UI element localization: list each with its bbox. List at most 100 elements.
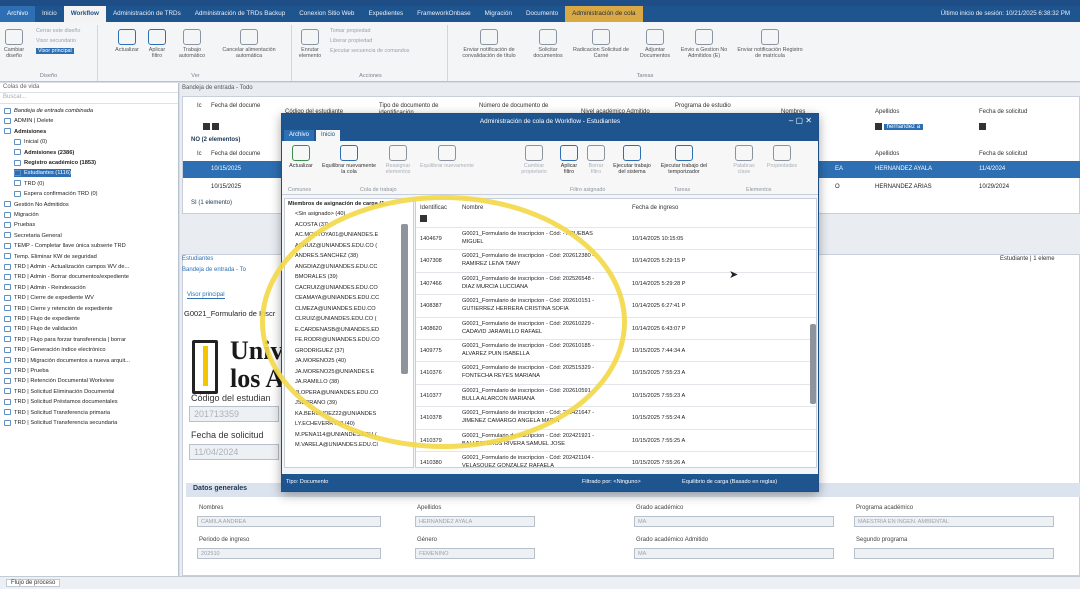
group-row-si[interactable]: SI (1 elemento) — [191, 200, 232, 206]
tree-search-input[interactable]: Buscar... — [0, 93, 178, 104]
tree-item[interactable]: TRD | Cierre y retención de expediente — [4, 305, 113, 313]
tree-item[interactable]: TRD | Retención Documental Workview — [4, 377, 114, 385]
tree-item[interactable]: Estudiantes (1116) — [14, 169, 71, 178]
visor-secundario-button[interactable]: Visor secundario — [36, 38, 76, 44]
member-item[interactable]: JA.MORENO25@UNIANDES.E — [295, 369, 374, 375]
tomar-propiedad-button[interactable]: Tomar propiedad — [330, 28, 370, 34]
visor-principal-button[interactable]: Visor principal — [36, 48, 74, 54]
tree-item[interactable]: TRD | Solicitud Eliminación Documental — [4, 388, 114, 396]
codigo-field[interactable]: 201713359 — [189, 406, 279, 422]
table-row[interactable]: 1408387 G0021_Formulario de inscripcion -… — [416, 294, 816, 317]
reasignar-button[interactable]: Reasignar elementos — [380, 145, 416, 175]
cambiar-diseno-button[interactable]: Cambiar diseño — [2, 29, 26, 59]
member-item[interactable]: JSERRANO (39) — [295, 400, 337, 406]
member-item[interactable]: CACRUIZ@UNIANDES.EDU.CO — [295, 285, 378, 291]
trabajo-automatico-button[interactable]: Trabajo automático — [172, 29, 212, 59]
member-item[interactable]: CLRUIZ@UNIANDES.EDU.CO ( — [295, 316, 377, 322]
col-header-nombre[interactable]: Nombre — [462, 205, 483, 211]
member-item[interactable]: ACOSTA (37) — [295, 222, 329, 228]
dialog-tab-archivo[interactable]: Archivo — [284, 130, 315, 141]
palabras-clave-button[interactable]: Palabras clave — [730, 145, 758, 175]
tree-item[interactable]: TRD (0) — [14, 180, 44, 188]
ejecutar-secuencia-button[interactable]: Ejecutar secuencia de comandos — [330, 48, 409, 54]
tab-framework-onbase[interactable]: FrameworkOnbase — [410, 6, 478, 22]
notif-convalidacion-button[interactable]: Enviar notificación de convalidación de … — [454, 29, 524, 59]
member-item[interactable]: <Sin asignado> (40) — [295, 211, 345, 217]
tree-item[interactable]: TRD | Prueba — [4, 367, 49, 375]
grado-field[interactable]: MA — [634, 516, 834, 527]
tree-item[interactable]: Gestión No Admitidos — [4, 201, 69, 209]
actualizar-button[interactable]: Actualizar — [284, 145, 318, 169]
tab-migracion[interactable]: Migración — [478, 6, 519, 22]
table-row[interactable]: 1410379 G0021_Formulario de inscripcion -… — [416, 428, 816, 452]
tab-admin-trds-backup[interactable]: Administración de TRDs Backup — [188, 6, 293, 22]
ejecutar-sistema-button[interactable]: Ejecutar trabajo del sistema — [612, 145, 652, 175]
member-item[interactable]: JA.MORENO25 (40) — [295, 358, 346, 364]
col-header-ic[interactable]: Ic — [197, 103, 202, 110]
tab-admin-cola[interactable]: Administración de cola — [565, 6, 643, 22]
tree-item[interactable]: Admisiones (2386) — [14, 149, 74, 157]
apellidos-filter[interactable]: hernandez a — [875, 123, 924, 133]
visor-principal-tab[interactable]: Visor principal — [187, 292, 225, 299]
group-row-no[interactable]: NO (2 elementos) — [191, 137, 240, 143]
solicitar-documentos-button[interactable]: Solicitar documentos — [528, 29, 568, 59]
members-scrollbar[interactable] — [401, 224, 408, 374]
table-row[interactable]: 1410376 G0021_Formulario de inscripcion -… — [416, 361, 816, 384]
member-item[interactable]: ANGDIAZ@UNIANDES.EDU.CC — [295, 264, 377, 270]
member-item[interactable]: CEAMAYA@UNIANDES.EDU.CC — [295, 295, 379, 301]
tab-admin-trds[interactable]: Administración de TRDs — [106, 6, 188, 22]
member-item[interactable]: E.CARDENASB@UNIANDES.ED — [295, 327, 379, 333]
estudiantes-link[interactable]: Estudiantes — [182, 256, 246, 262]
member-item[interactable]: KA.BERMUDEZ22@UNIANDES — [295, 411, 376, 417]
tree-item[interactable]: TRD | Admin - Borrar documentos/expedien… — [4, 273, 129, 281]
cerrar-diseno-button[interactable]: Cerrar este diseño — [36, 28, 80, 34]
col-header-fecha-ingreso[interactable]: Fecha de ingreso — [632, 205, 678, 211]
enrutar-elemento-button[interactable]: Enrutar elemento — [296, 29, 324, 59]
table-row[interactable]: 1407466 G0021_Formulario de inscripcion -… — [416, 271, 816, 295]
tree-item[interactable]: Migración — [4, 211, 39, 219]
actualizar-button[interactable]: Actualizar — [112, 29, 142, 53]
tree-item[interactable]: TRD | Flujo para forzar transferencia | … — [4, 336, 126, 344]
fecha-filter[interactable] — [979, 123, 986, 133]
equilibrar-nuevamente-button[interactable]: Equilibrar nuevamente — [418, 145, 476, 169]
member-item[interactable]: GRODRIGUEZ (37) — [295, 348, 344, 354]
flujo-proceso-button[interactable]: Flujo de proceso — [6, 579, 61, 587]
member-item[interactable]: AC.MONTOYA01@UNIANDES.E — [295, 232, 378, 238]
tab-expedientes[interactable]: Expedientes — [361, 6, 410, 22]
table-row[interactable]: 1410380 G0021_Formulario de inscripcion -… — [416, 451, 816, 467]
ejecutar-temporizador-button[interactable]: Ejecutar trabajo del temporizador — [656, 145, 712, 175]
window-controls[interactable]: – ▢ ✕ — [789, 116, 812, 125]
tree-item[interactable]: TEMP - Completar llave única subserie TR… — [4, 242, 126, 250]
tree-item[interactable]: Inicial (0) — [14, 138, 47, 146]
member-item[interactable]: ANDRES.SANCHEZ (38) — [295, 253, 358, 259]
tree-item[interactable]: TRD | Admin - Actualización campos WV de… — [4, 263, 129, 271]
items-scrollbar[interactable] — [810, 324, 816, 404]
col-header-fecha-solicitud[interactable]: Fecha de solicitud — [979, 109, 1027, 116]
member-item[interactable]: JLOPERA@UNIANDES.EDU.CO — [295, 390, 378, 396]
bandeja-link[interactable]: Bandeja de entrada - To — [182, 267, 246, 273]
apellidos-field[interactable]: HERNANDEZ AYALA — [415, 516, 535, 527]
tree-item[interactable]: Admisiones — [4, 128, 46, 136]
grado-admitido-field[interactable]: MA — [634, 548, 834, 559]
estudiante-tab[interactable]: Estudiante — [1000, 256, 1028, 262]
filter-row[interactable] — [420, 215, 427, 222]
fecha-solicitud-field[interactable]: 11/04/2024 — [189, 444, 279, 460]
periodo-field[interactable]: 202510 — [197, 548, 381, 559]
col-header-apellidos[interactable]: Apellidos — [875, 109, 899, 116]
tree-item[interactable]: TRD | Admin - Reindexación — [4, 284, 86, 292]
tree-item[interactable]: Espera confirmación TRD (0) — [14, 190, 98, 198]
segundo-programa-field[interactable] — [854, 548, 1054, 559]
tree-item[interactable]: TRD | Solicitud Transferencia secundaria — [4, 419, 117, 427]
aplicar-filtro-button[interactable]: Aplicar filtro — [144, 29, 170, 59]
dialog-tab-inicio[interactable]: Inicio — [316, 130, 341, 141]
member-item[interactable]: FE.RODRI@UNIANDES.EDU.CO — [295, 337, 380, 343]
table-row[interactable]: 1404679 G0021_Formulario de inscripcion -… — [416, 227, 816, 250]
table-row[interactable]: 1407308 G0021_Formulario de inscripcion -… — [416, 249, 816, 272]
equilibrar-cola-button[interactable]: Equilibrar nuevamente la cola — [322, 145, 376, 175]
table-row[interactable]: 1410378 G0021_Formulario de inscripcion -… — [416, 406, 816, 429]
tree-item[interactable]: TRD | Generación índice electrónico — [4, 346, 106, 354]
col-header-numero-doc[interactable]: Número de documento de — [479, 103, 567, 110]
member-item[interactable]: JA.RAMILLO (38) — [295, 379, 339, 385]
tree-item[interactable]: TRD | Cierre de expediente WV — [4, 294, 94, 302]
col-header-id[interactable]: Identificac — [420, 205, 447, 211]
